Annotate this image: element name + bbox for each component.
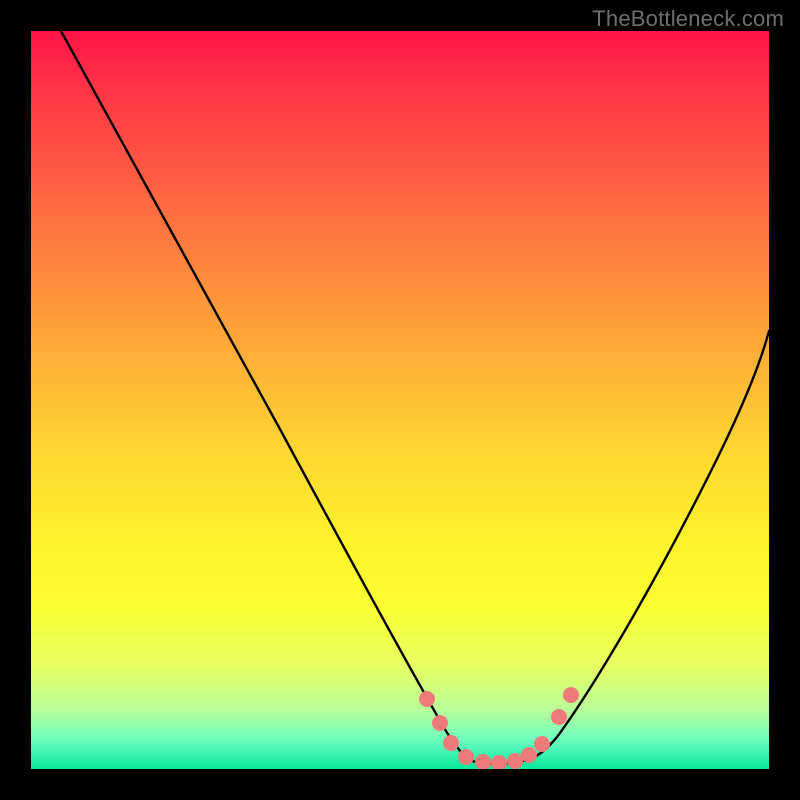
marker-dot <box>491 755 507 769</box>
marker-dot <box>507 753 523 769</box>
marker-dot <box>521 747 537 763</box>
marker-dot <box>443 735 459 751</box>
marker-dot <box>534 736 550 752</box>
chart-plot-area <box>31 31 769 769</box>
pink-dots-group <box>419 687 579 769</box>
left-curve <box>61 31 469 760</box>
marker-dot <box>475 754 491 769</box>
marker-dot <box>419 691 435 707</box>
chart-svg <box>31 31 769 769</box>
marker-dot <box>458 749 474 765</box>
watermark-text: TheBottleneck.com <box>592 6 784 32</box>
marker-dot <box>563 687 579 703</box>
right-curve <box>469 331 769 764</box>
marker-dot <box>551 709 567 725</box>
marker-dot <box>432 715 448 731</box>
